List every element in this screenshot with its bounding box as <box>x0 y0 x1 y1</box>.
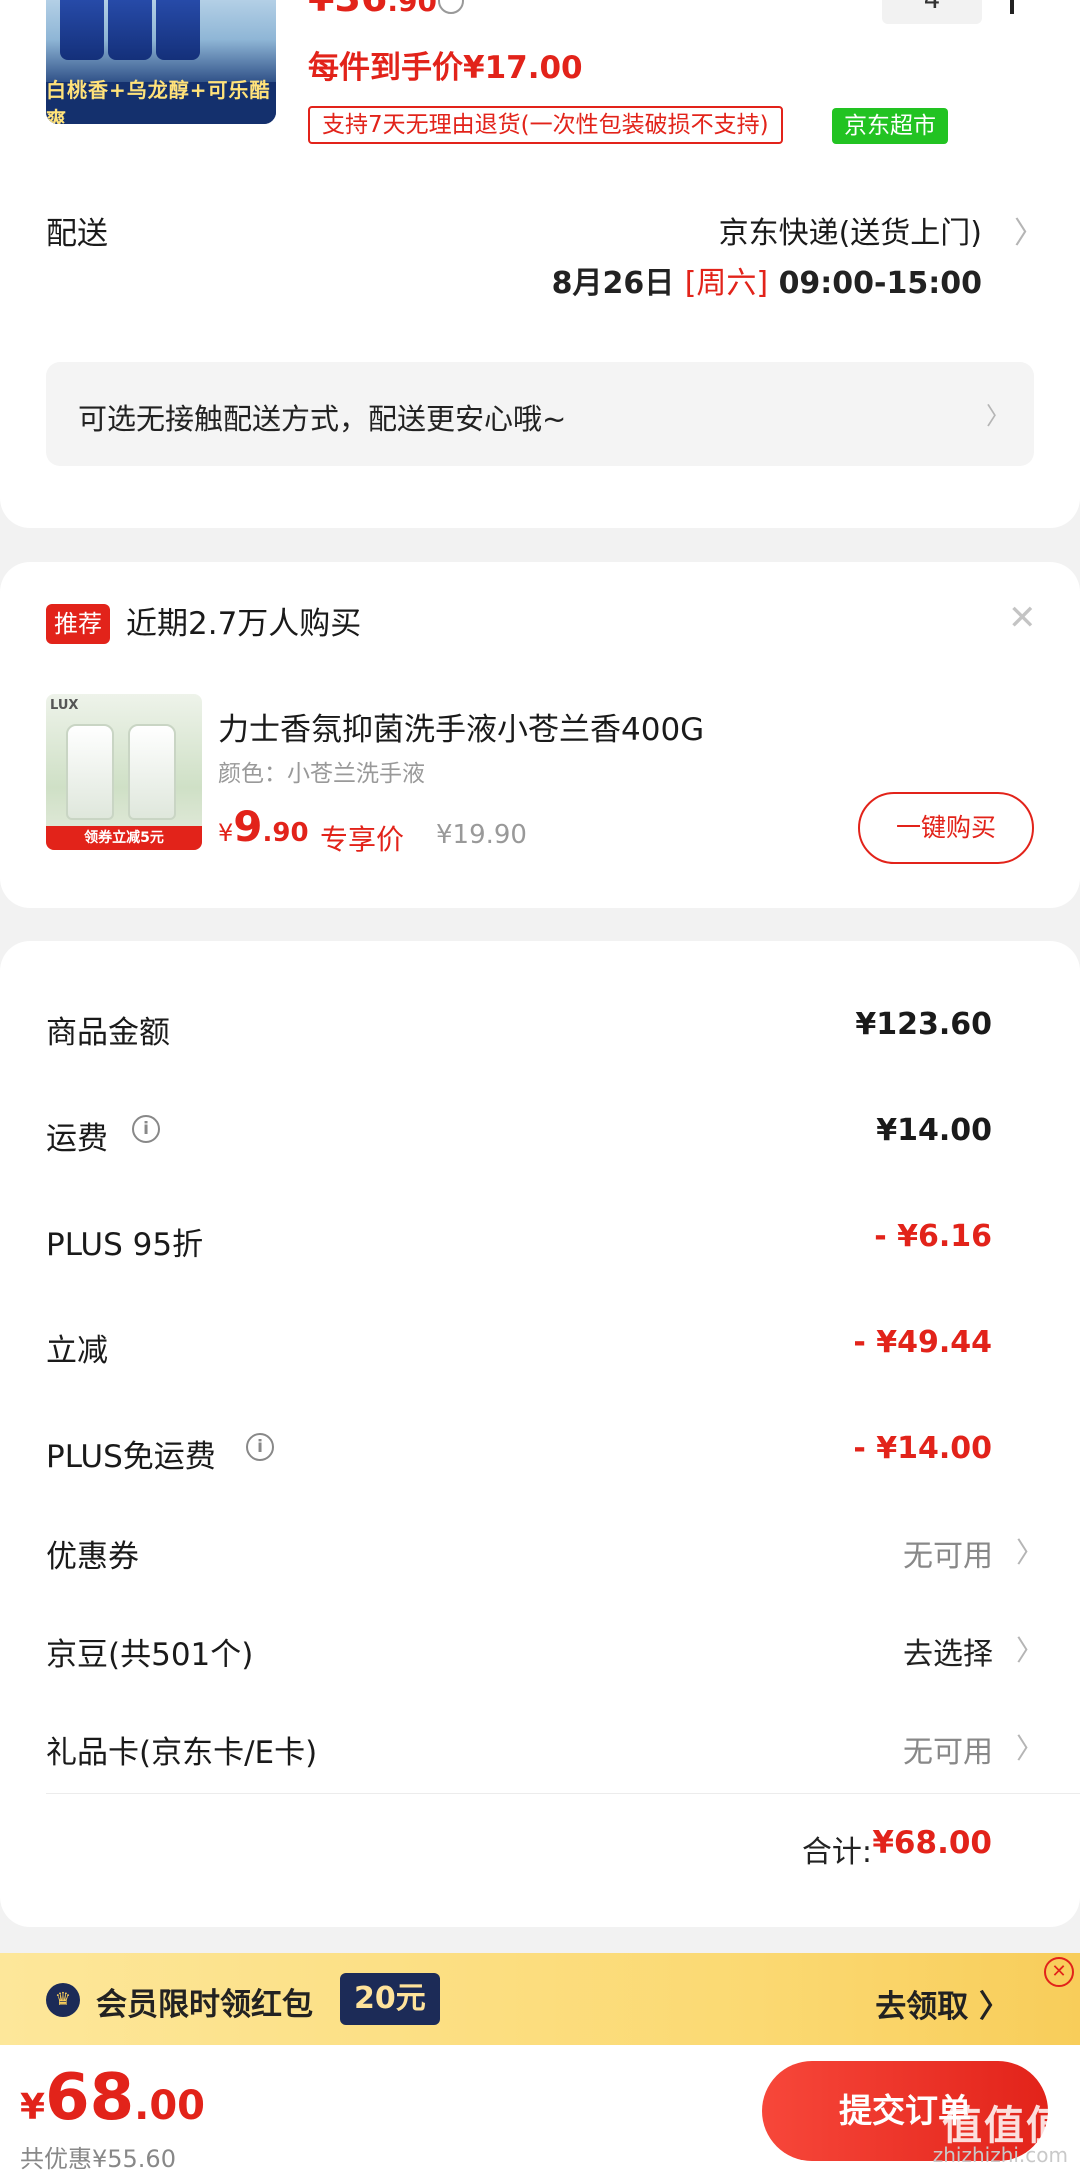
product-thumbnail[interactable]: 白桃香+乌龙醇+可乐酷爽 <box>46 0 276 124</box>
original-price: ¥19.90 <box>436 820 527 850</box>
coupon-strip: 领券立减5元 <box>46 826 202 850</box>
recommendation-card: 推荐 近期2.7万人购买 ✕ LUX 领券立减5元 力士香氛抑菌洗手液小苍兰香4… <box>0 562 1080 908</box>
summary-value-plus-discount: - ¥6.16 <box>874 1219 992 1254</box>
info-icon[interactable]: i <box>132 1115 160 1143</box>
shipping-time: 09:00-15:00 <box>778 266 982 301</box>
price-dec: .90 <box>262 818 309 848</box>
summary-value-plus-free-shipping: - ¥14.00 <box>853 1431 992 1466</box>
contactless-delivery-option[interactable]: 可选无接触配送方式，配送更安心哦~ 〉 <box>46 362 1034 466</box>
divider <box>46 1793 1080 1794</box>
summary-label-freight: 运费 <box>46 1121 108 1157</box>
chevron-right-icon[interactable]: 〉 <box>1016 1531 1044 1571</box>
summary-value-goods: ¥123.60 <box>855 1007 992 1042</box>
member-claim-link[interactable]: 去领取 〉 <box>875 1981 1010 2026</box>
member-crown-icon: ♛ <box>46 1983 80 2017</box>
plus-icon[interactable] <box>1010 0 1014 14</box>
contactless-text: 可选无接触配送方式，配送更安心哦~ <box>78 402 567 436</box>
product-price-int: ¥36 <box>308 0 387 20</box>
close-icon[interactable]: ✕ <box>1044 1957 1074 1987</box>
summary-label-goods: 商品金额 <box>46 1015 170 1051</box>
total-label: 合计: <box>801 1835 872 1870</box>
total-saved: 共优惠¥55.60 <box>20 2145 176 2173</box>
price-int: 9 <box>233 802 263 851</box>
close-icon[interactable]: ✕ <box>1008 598 1037 638</box>
bottle-image <box>128 724 176 820</box>
store-tag: 京东超市 <box>832 108 948 144</box>
price-info-icon[interactable] <box>438 0 464 14</box>
chevron-right-icon: 〉 <box>986 402 1010 430</box>
return-policy-tag: 支持7天无理由退货(一次性包装破损不支持) <box>308 106 783 144</box>
bottle-image <box>66 724 114 820</box>
recommend-price: ¥9.90 <box>218 802 309 851</box>
summary-value-coupon[interactable]: 无可用 <box>903 1531 993 1575</box>
summary-value-jingdou[interactable]: 去选择 <box>903 1629 993 1673</box>
watermark-url: zhizhizhi.com <box>932 2143 1068 2167</box>
summary-label-gift-card: 礼品卡(京东卡/E卡) <box>46 1735 318 1771</box>
checkout-bar: ¥68.00 共优惠¥55.60 提交订单 值值值 zhizhizhi.com <box>0 2045 1080 2175</box>
chevron-right-icon[interactable]: 〉 <box>1016 1629 1044 1669</box>
shipping-label: 配送 <box>46 216 108 252</box>
shipping-date-day: 8月26日 <box>551 266 675 301</box>
summary-label-plus-free-shipping: PLUS免运费 <box>46 1439 216 1475</box>
summary-label-instant-off: 立减 <box>46 1333 108 1369</box>
order-item-card: 白桃香+乌龙醇+可乐酷爽 ¥36.90 4 每件到手价¥17.00 支持7天无理… <box>0 0 1080 528</box>
shipping-weekday: [周六] <box>684 266 769 301</box>
quantity-stepper[interactable]: 4 <box>882 0 982 24</box>
member-red-packet-banner[interactable]: ♛ 会员限时领红包 20元 去领取 〉 ✕ <box>0 1953 1080 2045</box>
recommend-title: 近期2.7万人购买 <box>126 606 362 642</box>
summary-value-freight: ¥14.00 <box>876 1113 992 1148</box>
chevron-right-icon[interactable]: 〉 <box>1014 208 1044 252</box>
pay-dec: .00 <box>134 2083 205 2129</box>
shipping-date[interactable]: 8月26日 [周六] 09:00-15:00 <box>552 258 982 302</box>
hand-price: 每件到手价¥17.00 <box>308 50 583 86</box>
member-banner-text: 会员限时领红包 <box>96 1987 313 2023</box>
product-price-dec: .90 <box>387 0 437 18</box>
price-summary-card: 商品金额 ¥123.60 运费 i ¥14.00 PLUS 95折 - ¥6.1… <box>0 941 1080 1927</box>
summary-label-jingdou: 京豆(共501个) <box>46 1637 254 1673</box>
can-image <box>60 0 104 60</box>
price-symbol: ¥ <box>218 819 234 847</box>
one-click-buy-button[interactable]: 一键购买 <box>858 792 1034 864</box>
recommend-product-thumbnail[interactable]: LUX 领券立减5元 <box>46 694 202 850</box>
can-image <box>108 0 152 60</box>
pay-amount: ¥68.00 <box>20 2061 205 2135</box>
pay-symbol: ¥ <box>20 2087 46 2128</box>
summary-value-gift-card[interactable]: 无可用 <box>903 1727 993 1771</box>
chevron-right-icon[interactable]: 〉 <box>1016 1727 1044 1767</box>
shipping-method[interactable]: 京东快递(送货上门) <box>719 208 982 252</box>
member-red-packet-amount: 20元 <box>340 1973 440 2025</box>
summary-value-instant-off: - ¥49.44 <box>853 1325 992 1360</box>
exclusive-price-label: 专享价 <box>320 823 405 856</box>
recommend-badge: 推荐 <box>46 604 110 644</box>
product-thumb-caption: 白桃香+乌龙醇+可乐酷爽 <box>46 78 276 124</box>
total-value: ¥68.00 <box>872 1825 992 1861</box>
info-icon[interactable]: i <box>246 1433 274 1461</box>
recommend-product-name[interactable]: 力士香氛抑菌洗手液小苍兰香400G <box>218 704 704 749</box>
product-brand: LUX <box>50 698 79 713</box>
product-price: ¥36.90 <box>308 0 437 20</box>
can-image <box>156 0 200 60</box>
summary-label-plus-discount: PLUS 95折 <box>46 1227 204 1263</box>
recommend-product-spec: 颜色：小苍兰洗手液 <box>218 761 425 787</box>
pay-int: 68 <box>45 2061 135 2135</box>
summary-label-coupon: 优惠券 <box>46 1539 139 1575</box>
